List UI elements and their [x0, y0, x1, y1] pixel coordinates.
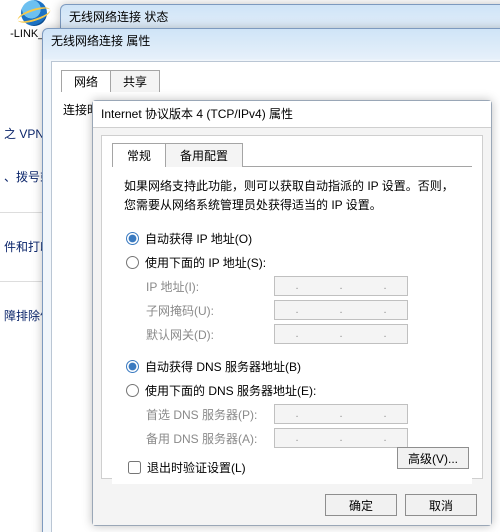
tabstrip: 常规 备用配置 [112, 142, 482, 166]
radio-dns-auto-label: 自动获得 DNS 服务器地址(B) [145, 358, 301, 375]
radio-ip-manual[interactable] [126, 256, 139, 269]
radio-ip-manual-label: 使用下面的 IP 地址(S): [145, 254, 266, 271]
advanced-button[interactable]: 高级(V)... [397, 447, 469, 469]
window-ipv4-properties: Internet 协议版本 4 (TCP/IPv4) 属性 常规 备用配置 如果… [92, 100, 492, 526]
label-default-gateway: 默认网关(D): [146, 326, 274, 343]
dns-group: 自动获得 DNS 服务器地址(B) 使用下面的 DNS 服务器地址(E): 首选… [124, 355, 460, 449]
window-title: Internet 协议版本 4 (TCP/IPv4) 属性 [93, 101, 491, 128]
tab-general[interactable]: 常规 [112, 143, 166, 167]
label-subnet-mask: 子网掩码(U): [146, 302, 274, 319]
radio-dns-auto[interactable] [126, 360, 139, 373]
label-dns-preferred: 首选 DNS 服务器(P): [146, 406, 274, 423]
window-title: 无线网络连接 属性 [43, 29, 500, 53]
radio-dns-manual-label: 使用下面的 DNS 服务器地址(E): [145, 382, 316, 399]
input-dns-alternate: ... [274, 428, 408, 448]
label-dns-alternate: 备用 DNS 服务器(A): [146, 430, 274, 447]
ie-icon [21, 0, 47, 26]
dialog-footer: 确定 取消 [93, 485, 491, 525]
checkbox-validate-on-exit[interactable] [128, 461, 141, 474]
tabstrip: 网络 共享 [61, 69, 159, 91]
radio-dns-manual[interactable] [126, 384, 139, 397]
radio-ip-auto[interactable] [126, 232, 139, 245]
checkbox-validate-on-exit-label: 退出时验证设置(L) [147, 459, 246, 476]
cancel-button[interactable]: 取消 [405, 494, 477, 516]
input-subnet-mask: ... [274, 300, 408, 320]
radio-ip-auto-label: 自动获得 IP 地址(O) [145, 230, 252, 247]
tab-general-panel: 如果网络支持此功能，则可以获取自动指派的 IP 设置。否则，您需要从网络系统管理… [112, 167, 472, 484]
window-title: 无线网络连接 状态 [61, 5, 500, 29]
ip-group: 自动获得 IP 地址(O) 使用下面的 IP 地址(S): IP 地址(I): … [124, 227, 460, 345]
window-body: 常规 备用配置 如果网络支持此功能，则可以获取自动指派的 IP 设置。否则，您需… [101, 135, 483, 479]
label-ip-address: IP 地址(I): [146, 278, 274, 295]
input-dns-preferred: ... [274, 404, 408, 424]
tab-network[interactable]: 网络 [61, 70, 111, 92]
input-default-gateway: ... [274, 324, 408, 344]
description-text: 如果网络支持此功能，则可以获取自动指派的 IP 设置。否则，您需要从网络系统管理… [124, 177, 460, 215]
tab-share[interactable]: 共享 [110, 70, 160, 92]
ok-button[interactable]: 确定 [325, 494, 397, 516]
input-ip-address: ... [274, 276, 408, 296]
tab-alt[interactable]: 备用配置 [165, 143, 243, 167]
